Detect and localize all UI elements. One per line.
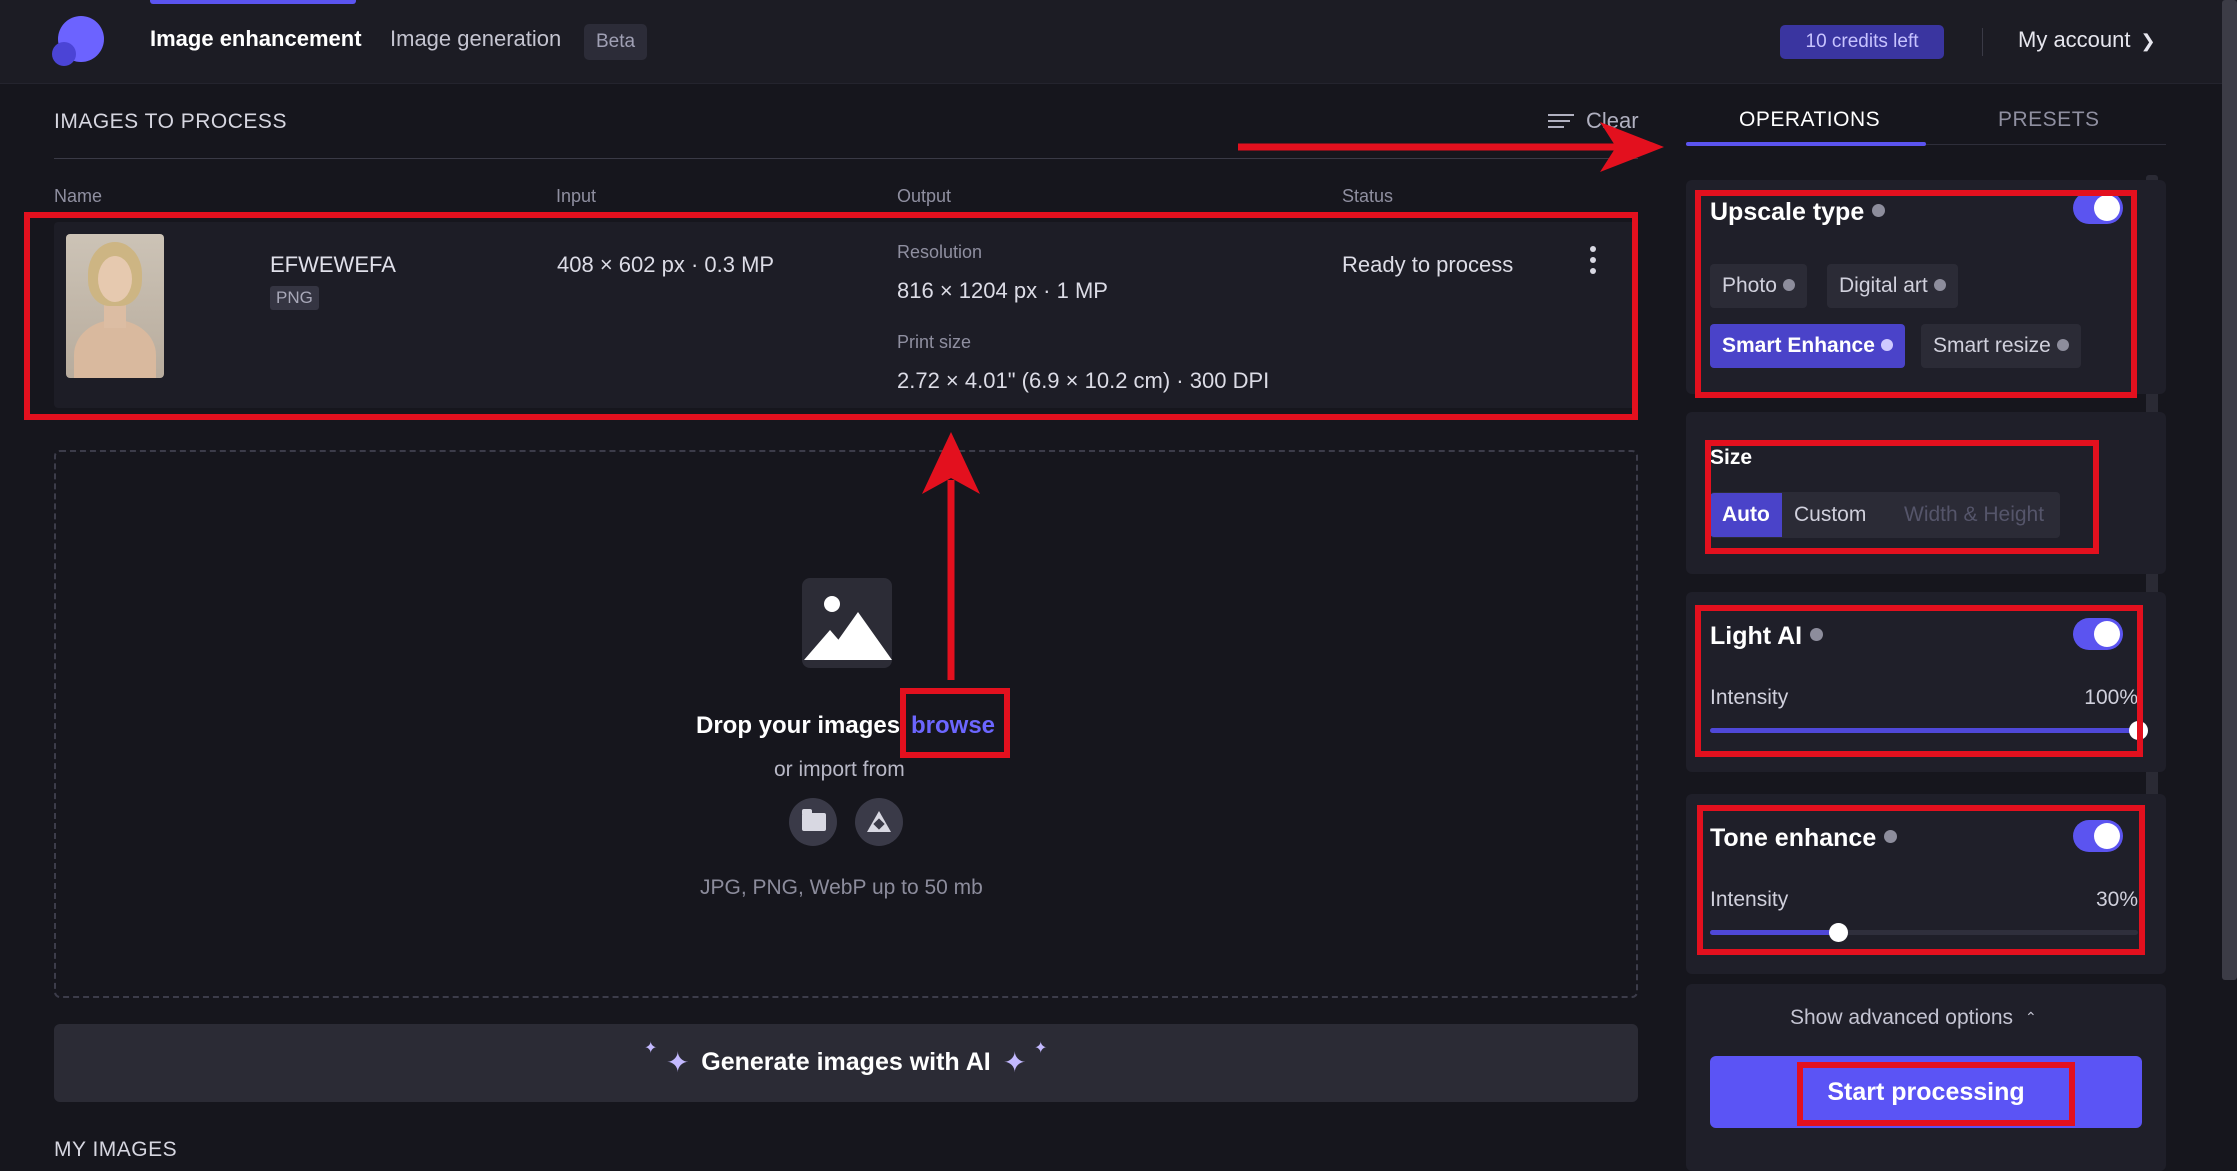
nav-image-enhancement[interactable]: Image enhancement — [150, 26, 362, 52]
top-bar: Image enhancement Image generation Beta … — [0, 0, 2237, 84]
tab-operations[interactable]: OPERATIONS — [1739, 108, 1880, 132]
generate-images-button[interactable]: ✦ ✦ Generate images with AI ✦ ✦ — [54, 1024, 1638, 1102]
import-folder-button[interactable] — [789, 798, 837, 846]
import-from-text: or import from — [774, 758, 905, 781]
chevron-up-icon: ⌃ — [2025, 1009, 2037, 1025]
app-logo[interactable] — [52, 16, 104, 66]
import-google-drive-button[interactable] — [855, 798, 903, 846]
folder-icon — [802, 809, 826, 831]
beta-badge: Beta — [584, 24, 648, 60]
section-divider — [54, 158, 1638, 159]
nav-image-generation[interactable]: Image generation — [390, 26, 561, 52]
column-header-input: Input — [556, 186, 597, 206]
image-placeholder-icon — [802, 578, 892, 668]
annotation-box — [1705, 440, 2099, 554]
page-scrollbar[interactable] — [2222, 0, 2237, 980]
account-label: My account — [2018, 27, 2131, 52]
column-header-output: Output — [897, 186, 952, 206]
column-header-status: Status — [1342, 186, 1394, 206]
column-header-name: Name — [54, 186, 103, 206]
annotation-box — [1695, 605, 2143, 757]
advanced-label: Show advanced options — [1790, 1006, 2013, 1029]
google-drive-icon — [867, 811, 891, 832]
clear-button[interactable]: Clear — [1548, 108, 1639, 134]
generate-images-label: Generate images with AI — [701, 1048, 991, 1076]
annotation-box — [1695, 190, 2137, 398]
annotation-box — [900, 688, 1010, 758]
credits-badge[interactable]: 10 credits left — [1780, 25, 1944, 59]
drop-images-text: Drop your images — [696, 712, 901, 739]
account-menu[interactable]: My account ❯ — [2018, 27, 2156, 53]
my-images-title: MY IMAGES — [54, 1138, 178, 1161]
supported-formats: JPG, PNG, WebP up to 50 mb — [700, 876, 983, 899]
annotation-box — [24, 212, 1638, 420]
annotation-box — [1797, 1062, 2075, 1126]
clear-list-icon — [1548, 112, 1574, 130]
active-nav-indicator — [150, 0, 356, 4]
active-tab-indicator — [1686, 142, 1926, 146]
show-advanced-options[interactable]: Show advanced options ⌃ — [1790, 1006, 2037, 1030]
tab-presets[interactable]: PRESETS — [1998, 108, 2100, 132]
annotation-box — [1697, 805, 2145, 955]
sparkle-icon: ✦ — [1003, 1047, 1027, 1078]
clear-label: Clear — [1586, 108, 1639, 133]
sparkle-icon: ✦ — [1034, 1040, 1048, 1057]
divider — [1982, 28, 1983, 56]
images-to-process-title: IMAGES TO PROCESS — [54, 110, 287, 133]
chevron-down-icon: ❯ — [2140, 31, 2156, 51]
